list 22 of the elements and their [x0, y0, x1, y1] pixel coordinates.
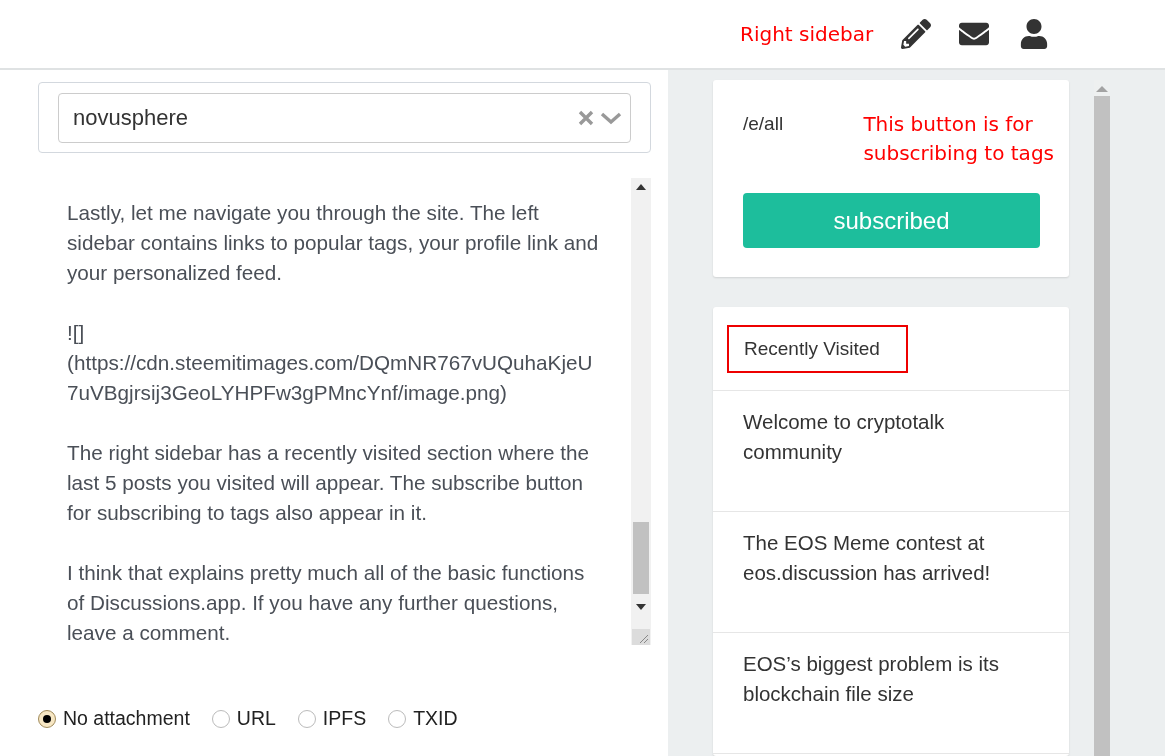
tag-select[interactable]: novusphere: [58, 93, 631, 143]
recent-post-link[interactable]: The EOS Meme contest at eos.discussion has arrived!: [713, 512, 1069, 633]
section-title: Recently Visited: [727, 324, 908, 373]
scrollbar[interactable]: [631, 178, 651, 645]
annotation-note: subscribing to tags: [863, 140, 1054, 167]
attachment-radio[interactable]: No attachment: [38, 707, 190, 730]
clear-icon[interactable]: [578, 110, 594, 126]
chevron-down-icon[interactable]: [600, 111, 622, 125]
resize-grip-icon[interactable]: [632, 629, 650, 645]
tag-name: /e/all: [743, 113, 784, 136]
scroll-down-icon[interactable]: [636, 604, 646, 610]
recent-post-link[interactable]: Welcome to cryptotalk community: [713, 391, 1069, 512]
recent-post-link[interactable]: EOS’s biggest problem is its blockchain file size: [713, 633, 1069, 754]
scroll-up-icon[interactable]: [636, 184, 646, 190]
scrollbar-thumb[interactable]: [633, 522, 649, 594]
attachment-radio[interactable]: URL: [211, 707, 276, 730]
attachment-radio[interactable]: IPFS: [297, 707, 367, 730]
pencil-icon[interactable]: [901, 19, 932, 49]
user-icon[interactable]: [1019, 19, 1050, 49]
attachment-radio[interactable]: TXID: [388, 707, 458, 730]
annotation-note: Right sidebar: [740, 20, 874, 48]
annotation-note: This button is for: [863, 111, 1034, 138]
